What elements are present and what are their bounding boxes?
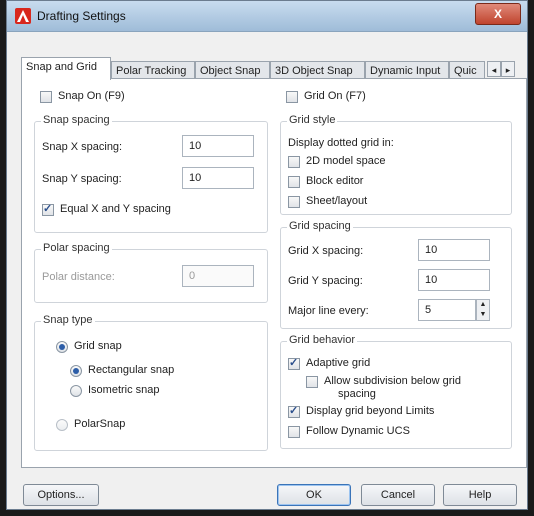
autocad-icon bbox=[15, 8, 31, 24]
polarsnap-radio[interactable] bbox=[56, 419, 68, 431]
rectangular-snap-radio[interactable] bbox=[70, 365, 82, 377]
snap-x-input[interactable]: 10 bbox=[182, 135, 254, 157]
options-button[interactable]: Options... bbox=[23, 484, 99, 506]
major-line-label: Major line every: bbox=[288, 305, 369, 317]
polarsnap-label: PolarSnap bbox=[74, 418, 126, 430]
rectangular-snap-label: Rectangular snap bbox=[88, 364, 175, 376]
tab-dynamic-input[interactable]: Dynamic Input bbox=[365, 61, 449, 79]
close-icon: X bbox=[493, 7, 502, 21]
spin-up-icon[interactable]: ▲ bbox=[480, 301, 487, 308]
grid-on-label: Grid On (F7) bbox=[304, 90, 366, 102]
model-space-label: 2D model space bbox=[306, 155, 386, 167]
polar-distance-input[interactable]: 0 bbox=[182, 265, 254, 287]
grid-x-input[interactable]: 10 bbox=[418, 239, 490, 261]
snap-y-input[interactable]: 10 bbox=[182, 167, 254, 189]
major-line-input[interactable]: 5 bbox=[418, 299, 476, 321]
spin-down-icon[interactable]: ▼ bbox=[480, 311, 487, 318]
cancel-button[interactable]: Cancel bbox=[361, 484, 435, 506]
isometric-snap-radio[interactable] bbox=[70, 385, 82, 397]
allow-subdivision-label-line2: spacing bbox=[338, 388, 376, 400]
polar-distance-label: Polar distance: bbox=[42, 271, 115, 283]
sheet-layout-label: Sheet/layout bbox=[306, 195, 368, 207]
help-button[interactable]: Help bbox=[443, 484, 517, 506]
adaptive-grid-checkbox[interactable] bbox=[288, 356, 300, 370]
tab-scroll-right-icon[interactable]: ▸ bbox=[501, 61, 515, 77]
snap-type-title: Snap type bbox=[41, 314, 95, 326]
allow-subdivision-label: Allow subdivision below grid bbox=[324, 375, 461, 387]
tab-snap-and-grid[interactable]: Snap and Grid bbox=[21, 57, 111, 80]
sheet-layout-checkbox[interactable] bbox=[288, 196, 300, 208]
tab-scroll-left-icon[interactable]: ◂ bbox=[487, 61, 501, 77]
tab-polar-tracking[interactable]: Polar Tracking bbox=[111, 61, 195, 79]
block-editor-checkbox[interactable] bbox=[288, 176, 300, 188]
follow-ucs-label: Follow Dynamic UCS bbox=[306, 425, 410, 437]
isometric-snap-label: Isometric snap bbox=[88, 384, 160, 396]
snap-x-label: Snap X spacing: bbox=[42, 141, 123, 153]
close-button[interactable]: X bbox=[475, 3, 521, 25]
equal-xy-checkbox[interactable] bbox=[42, 202, 54, 216]
polar-spacing-title: Polar spacing bbox=[41, 242, 112, 254]
snap-on-label: Snap On (F9) bbox=[58, 90, 125, 102]
follow-ucs-checkbox[interactable] bbox=[288, 426, 300, 438]
snap-and-grid-panel: Snap On (F9) Grid On (F7) Snap spacing S… bbox=[21, 78, 527, 468]
major-line-spinner[interactable]: ▲ ▼ bbox=[476, 299, 490, 321]
block-editor-label: Block editor bbox=[306, 175, 364, 187]
beyond-limits-checkbox[interactable] bbox=[288, 404, 300, 418]
grid-spacing-title: Grid spacing bbox=[287, 220, 353, 232]
grid-on-checkbox[interactable] bbox=[286, 91, 298, 103]
grid-style-subtitle: Display dotted grid in: bbox=[288, 137, 394, 149]
adaptive-grid-label: Adaptive grid bbox=[306, 357, 371, 369]
dialog-body: Snap and Grid Polar Tracking Object Snap… bbox=[7, 32, 527, 509]
grid-y-label: Grid Y spacing: bbox=[288, 275, 363, 287]
grid-style-title: Grid style bbox=[287, 114, 338, 126]
grid-behavior-title: Grid behavior bbox=[287, 334, 358, 346]
grid-snap-label: Grid snap bbox=[74, 340, 122, 352]
allow-subdivision-checkbox[interactable] bbox=[306, 376, 318, 388]
tab-quick-properties[interactable]: Quic bbox=[449, 61, 485, 79]
window-title: Drafting Settings bbox=[37, 9, 126, 23]
drafting-settings-dialog: Drafting Settings X Snap and Grid Polar … bbox=[6, 0, 528, 510]
grid-y-input[interactable]: 10 bbox=[418, 269, 490, 291]
snap-on-checkbox[interactable] bbox=[40, 91, 52, 103]
equal-xy-label: Equal X and Y spacing bbox=[60, 203, 171, 215]
beyond-limits-label: Display grid beyond Limits bbox=[306, 405, 435, 417]
grid-snap-radio[interactable] bbox=[56, 341, 68, 353]
tab-3d-object-snap[interactable]: 3D Object Snap bbox=[270, 61, 365, 79]
model-space-checkbox[interactable] bbox=[288, 156, 300, 168]
grid-x-label: Grid X spacing: bbox=[288, 245, 364, 257]
ok-button[interactable]: OK bbox=[277, 484, 351, 506]
title-bar[interactable]: Drafting Settings X bbox=[7, 1, 527, 32]
snap-spacing-title: Snap spacing bbox=[41, 114, 112, 126]
tab-object-snap[interactable]: Object Snap bbox=[195, 61, 270, 79]
snap-y-label: Snap Y spacing: bbox=[42, 173, 122, 185]
